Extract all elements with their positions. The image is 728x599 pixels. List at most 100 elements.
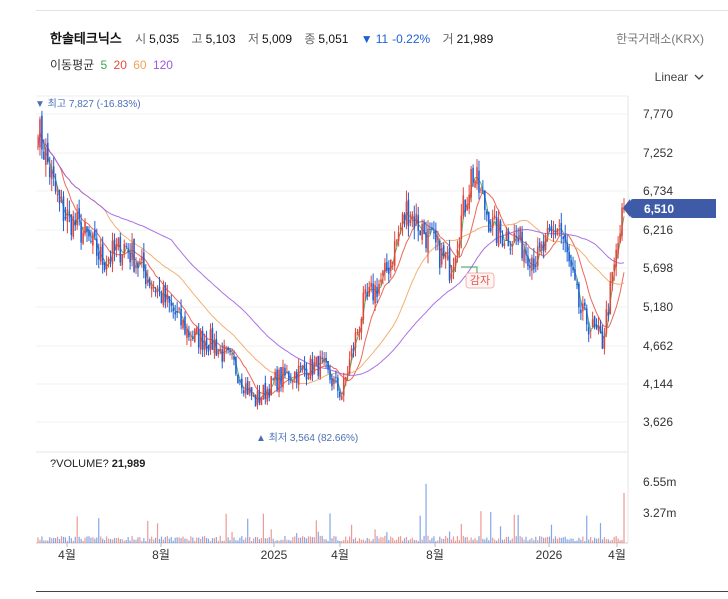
volume-bar (382, 537, 384, 543)
volume-bar (147, 520, 149, 543)
candle-body (437, 236, 439, 241)
candle-body (139, 261, 141, 265)
candle-body (325, 357, 327, 363)
candle-body (131, 243, 133, 261)
volume-bar (123, 540, 125, 543)
price-chart[interactable]: 7,770 7,252 6,734 6,216 5,698 5,180 4,662 4,144… (0, 0, 728, 599)
volume-bar (280, 539, 282, 543)
candle-body (423, 222, 425, 235)
candle-body (199, 330, 202, 350)
volume-bar (239, 537, 241, 543)
candle-body (246, 381, 249, 395)
candle-body (309, 358, 312, 380)
candle-body (601, 331, 604, 349)
volume-bar (80, 538, 82, 543)
volume-bar (84, 537, 86, 543)
candle-body (417, 215, 420, 231)
candle-body (160, 293, 163, 304)
volume-bar (358, 538, 361, 543)
volume-bar (572, 538, 574, 543)
candle-body (466, 205, 469, 211)
volume-bar (405, 536, 408, 543)
volume-bar (200, 538, 202, 543)
volume-bar (176, 537, 178, 543)
candle-body (94, 230, 96, 237)
volume-bar (543, 537, 545, 543)
candle-body (380, 279, 382, 282)
candle-body (192, 338, 194, 340)
volume-bar (282, 539, 284, 543)
volume-bar (331, 538, 333, 543)
volume-bar (339, 540, 341, 543)
candle-body (121, 254, 124, 266)
candle-body (409, 219, 412, 223)
event-marker-label: 감자 (470, 274, 490, 287)
candle-body (389, 259, 392, 271)
candle-body (464, 199, 467, 213)
volume-panel-value: 21,989 (111, 458, 146, 470)
volume-bar (37, 537, 39, 543)
volume-bar (247, 518, 249, 543)
volume-bar (533, 540, 535, 543)
volume-bar (127, 537, 129, 543)
volume-bar (188, 540, 190, 543)
candle-body (205, 338, 208, 349)
candle-body (425, 232, 427, 249)
volume-bar (60, 536, 63, 543)
candle-body (499, 221, 502, 233)
candle-body (148, 278, 151, 286)
volume-bar (172, 540, 174, 543)
volume-bar (431, 537, 433, 543)
volume-bar (376, 536, 378, 543)
candle-body (323, 358, 325, 363)
volume-bar (380, 536, 382, 543)
volume-bar (294, 536, 296, 543)
volume-bar (537, 540, 539, 543)
candle-body (431, 227, 433, 230)
volume-bar (102, 538, 104, 543)
volume-bar (478, 536, 480, 543)
volume-bar (86, 536, 88, 543)
volume-bar (482, 538, 484, 543)
volume-bar (613, 537, 615, 543)
candle-body (311, 359, 314, 376)
candle-body (137, 262, 139, 269)
volume-bar (104, 540, 106, 543)
candle-body (305, 368, 308, 380)
volume-bar (501, 539, 504, 543)
volume-bar (470, 537, 472, 543)
volume-bar (568, 539, 570, 543)
candle-body (203, 342, 206, 351)
volume-bar (419, 515, 421, 543)
volume-bar (394, 540, 396, 543)
candle-body (340, 396, 343, 400)
volume-bar (435, 541, 437, 543)
candle-body (589, 330, 592, 332)
volume-bar (72, 540, 74, 543)
candle-body (209, 329, 212, 350)
candle-body (352, 348, 355, 351)
volume-bar (494, 539, 496, 543)
volume-bar (464, 537, 466, 543)
candle-body (250, 387, 253, 397)
candle-body (297, 365, 300, 385)
candle-body (252, 395, 255, 397)
candle-body (595, 325, 598, 329)
volume-bar (64, 537, 67, 543)
volume-bar (570, 538, 572, 543)
candle-body (254, 395, 257, 407)
candle-body (554, 233, 557, 235)
candle-body (513, 233, 516, 243)
candle-body (141, 256, 143, 261)
volume-bar (562, 537, 564, 543)
volume-bar (327, 540, 329, 543)
volume-bar (454, 540, 457, 543)
volume-bar (460, 523, 462, 543)
candle-body (550, 225, 553, 231)
candle-body (486, 211, 488, 215)
candle-body (113, 239, 116, 251)
candle-body (448, 248, 451, 281)
x-tick-label: 8월 (152, 548, 170, 562)
candle-body (101, 243, 104, 265)
candle-body (364, 289, 367, 294)
